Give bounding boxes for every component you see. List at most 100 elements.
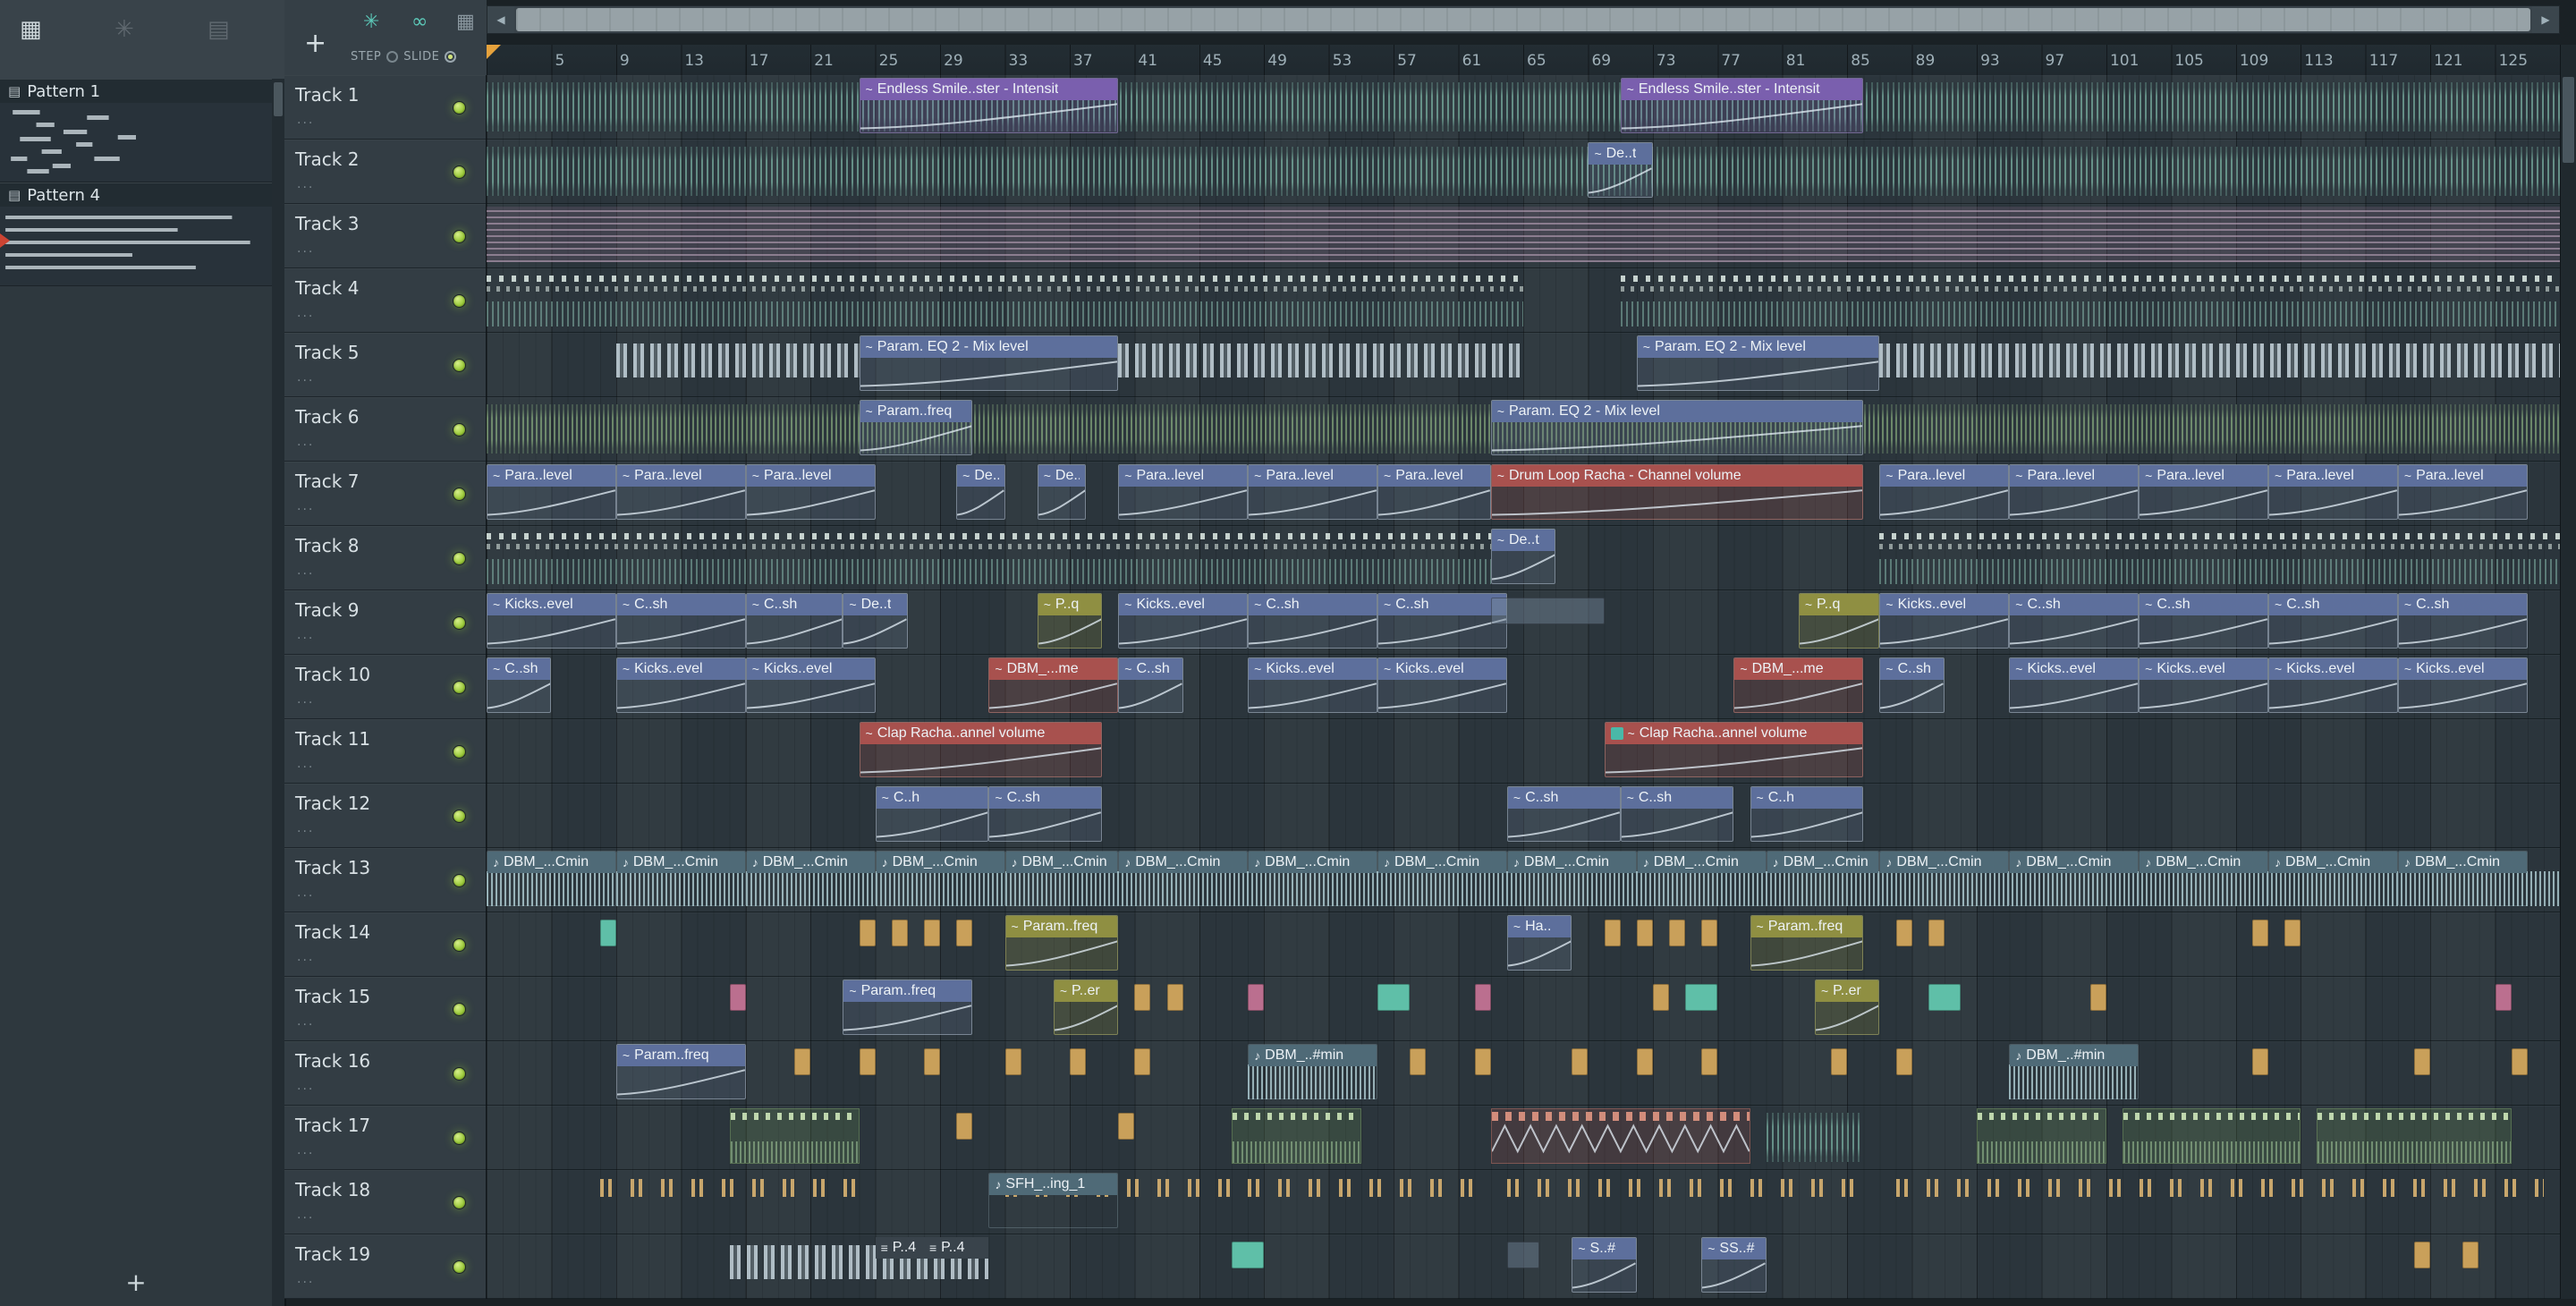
clip-c-sh[interactable]: ~ C..sh [988, 786, 1103, 842]
clip-dbm-cmin[interactable]: ♪ DBM_...Cmin [1506, 851, 1637, 906]
clip-param-freq[interactable]: ~ Param..freq [843, 980, 973, 1035]
playlist-track-lane[interactable]: ~ Clap Racha..annel volume ~ Clap Racha..an… [487, 719, 2560, 784]
clip-mini[interactable] [1069, 1048, 1087, 1075]
playlist-track-lane[interactable]: ~ De..t [487, 526, 2560, 590]
track-mute-led[interactable] [453, 1132, 466, 1145]
clip-dbm-cmin[interactable]: ♪ DBM_...Cmin [1004, 851, 1119, 906]
track-mute-led[interactable] [453, 874, 466, 887]
clip-mini[interactable] [1604, 920, 1621, 946]
clip-dbm-cmin[interactable]: ♪ DBM_...Cmin [1879, 851, 2010, 906]
clip-p-q[interactable]: ~ P..q [1798, 593, 1880, 649]
clip-dbm-cmin[interactable]: ♪ DBM_...Cmin [1118, 851, 1249, 906]
clip-green-notes[interactable] [1977, 1108, 2106, 1164]
clip-mini[interactable] [1134, 984, 1151, 1011]
clip-dbm-me[interactable]: ~ DBM_...me [1733, 657, 1864, 713]
pattern-header[interactable]: ▤ Pattern 1 [0, 79, 272, 103]
track-options[interactable]: ... [297, 242, 314, 256]
clip-endless-smile-ster-intensit[interactable]: ~ Endless Smile..ster - Intensit [1620, 78, 1864, 133]
clip-dbm-cmin[interactable]: ♪ DBM_...Cmin [1377, 851, 1507, 906]
track-header-row[interactable]: Track 8... [284, 526, 486, 590]
clip-dbm-cmin[interactable]: ♪ DBM_...Cmin [1636, 851, 1767, 906]
track-name[interactable]: Track 16 [295, 1050, 370, 1072]
track-mute-led[interactable] [453, 745, 466, 759]
clip-c-sh[interactable]: ~ C..sh [745, 593, 843, 649]
track-name[interactable]: Track 5 [295, 342, 359, 363]
playlist-track-lane[interactable] [487, 204, 2560, 268]
track-mute-led[interactable] [453, 681, 466, 694]
clip-dbm-me[interactable]: ~ DBM_...me [988, 657, 1119, 713]
clip-param-freq[interactable]: ~ Param..freq [615, 1044, 746, 1099]
magnet-icon[interactable]: ✳ [363, 13, 379, 32]
clip-drum-loop-racha-channel-volume[interactable]: ~ Drum Loop Racha - Channel volume [1490, 464, 1864, 520]
clip-clap-racha-annel-volume[interactable]: ~ Clap Racha..annel volume [1604, 722, 1864, 777]
scrollbar-thumb[interactable] [274, 82, 283, 116]
clip-mini[interactable] [2089, 984, 2106, 1011]
track-name[interactable]: Track 13 [295, 857, 370, 878]
clip-green-notes[interactable] [2317, 1108, 2512, 1164]
clip-mini[interactable] [1636, 920, 1653, 946]
clip-mini[interactable] [1572, 1048, 1589, 1075]
track-options[interactable]: ... [297, 950, 314, 964]
track-options[interactable]: ... [297, 370, 314, 385]
clip-mini[interactable] [1895, 1048, 1912, 1075]
track-options[interactable]: ... [297, 628, 314, 642]
track-header-row[interactable]: Track 15... [284, 977, 486, 1041]
track-header-row[interactable]: Track 12... [284, 784, 486, 848]
playlist-track-lane[interactable] [487, 268, 2560, 333]
clip-notes[interactable] [1620, 272, 2560, 326]
playlist-track-lane[interactable]: ~ Param. EQ 2 - Mix level ~ Param. EQ 2 - M… [487, 333, 2560, 397]
link-icon[interactable]: ∞ [411, 13, 428, 32]
track-mute-led[interactable] [453, 1260, 466, 1274]
clip-para-level[interactable]: ~ Para..level [487, 464, 616, 520]
playlist-track-lane[interactable]: ~ Param..freq ~ Ha.. ~ Param..freq [487, 912, 2560, 977]
clip-mini[interactable] [923, 1048, 941, 1075]
add-button[interactable]: + [304, 30, 326, 57]
track-name[interactable]: Track 8 [295, 535, 359, 556]
pattern-header[interactable]: ▤ Pattern 4 [0, 182, 272, 207]
clip-para-level[interactable]: ~ Para..level [1377, 464, 1491, 520]
clip-kicks-evel[interactable]: ~ Kicks..evel [2139, 657, 2269, 713]
scroll-right-button[interactable]: ▶ [2532, 6, 2559, 33]
clip-p-q[interactable]: ~ P..q [1037, 593, 1103, 649]
clip-mini[interactable] [2462, 1242, 2479, 1268]
playlist-track-lane[interactable]: ~ Param..freq ♪ DBM_..#min ♪ DBM_..#min [487, 1041, 2560, 1106]
clip-mini[interactable] [1490, 598, 1605, 624]
scrollbar-thumb[interactable] [516, 8, 2530, 31]
track-options[interactable]: ... [297, 1079, 314, 1093]
clip-stripes[interactable] [487, 207, 2560, 262]
pattern-item-1[interactable]: ▤ Pattern 1 [0, 79, 272, 182]
clip-clap-racha-annel-volume[interactable]: ~ Clap Racha..annel volume [859, 722, 1103, 777]
clip-dbm-cmin[interactable]: ♪ DBM_...Cmin [487, 851, 616, 906]
track-header-row[interactable]: Track 16... [284, 1041, 486, 1106]
clip-mini[interactable] [2284, 920, 2301, 946]
clip-steps[interactable] [1118, 343, 1523, 377]
clip-mini[interactable] [1474, 1048, 1491, 1075]
clip-para-level[interactable]: ~ Para..level [615, 464, 746, 520]
clip-kicks-evel[interactable]: ~ Kicks..evel [1118, 593, 1249, 649]
clip-c-sh[interactable]: ~ C..sh [1118, 657, 1183, 713]
track-mute-led[interactable] [453, 294, 466, 308]
clip-de-t[interactable]: ~ De..t [1490, 529, 1556, 584]
add-pattern-button[interactable]: + [0, 1268, 272, 1297]
checkbox-icon[interactable] [1610, 727, 1623, 740]
track-mute-led[interactable] [453, 1067, 466, 1081]
clip-kicks-evel[interactable]: ~ Kicks..evel [615, 657, 746, 713]
grid-icon[interactable]: ▦ [456, 13, 475, 32]
clip-mini[interactable] [1232, 1242, 1265, 1268]
track-header-row[interactable]: Track 2... [284, 140, 486, 204]
track-mute-led[interactable] [453, 552, 466, 565]
track-mute-led[interactable] [453, 423, 466, 437]
clip-mini[interactable] [1506, 1242, 1540, 1268]
clip-mini[interactable] [599, 920, 616, 946]
clip-notes[interactable] [1879, 530, 2560, 584]
clip-p-4[interactable]: ≡ P..4 [923, 1237, 989, 1260]
clip-c-sh[interactable]: ~ C..sh [2397, 593, 2528, 649]
clip-c-sh[interactable]: ~ C..sh [1377, 593, 1507, 649]
clip-green-notes[interactable] [2123, 1108, 2301, 1164]
clip-dbm-cmin[interactable]: ♪ DBM_...Cmin [2139, 851, 2269, 906]
track-mute-led[interactable] [453, 230, 466, 243]
clip-mini[interactable] [1928, 984, 1961, 1011]
clip-dbm-min[interactable]: ♪ DBM_..#min [1248, 1044, 1378, 1099]
clip-de-t[interactable]: ~ De..t [1588, 142, 1653, 198]
track-name[interactable]: Track 17 [295, 1115, 370, 1136]
